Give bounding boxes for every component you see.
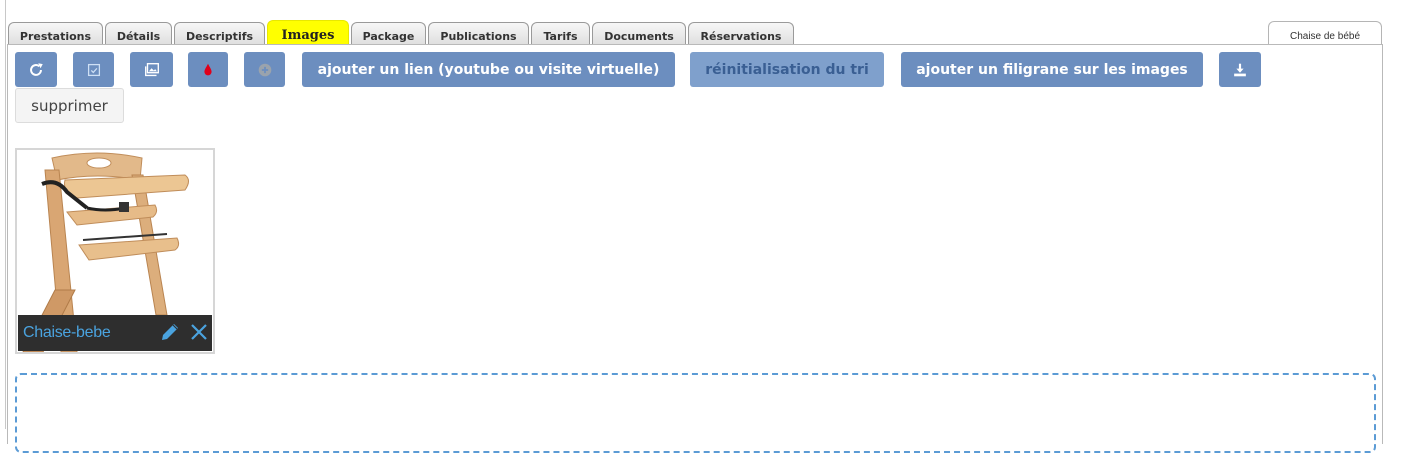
delete-button[interactable]: supprimer [15, 88, 124, 123]
left-edge-line [5, 0, 6, 429]
add-button[interactable] [244, 52, 285, 87]
tab-images[interactable]: Images [267, 20, 349, 45]
gallery-button[interactable] [130, 52, 173, 87]
reset-sort-button[interactable]: réinitialisation du tri [690, 52, 884, 87]
plus-circle-icon [258, 63, 271, 76]
pencil-icon[interactable] [159, 321, 181, 343]
image-caption-bar: Chaise-bebe [18, 315, 212, 351]
image-card[interactable]: Chaise-bebe [15, 148, 215, 354]
download-button[interactable] [1219, 52, 1261, 87]
tab-descriptifs[interactable]: Descriptifs [174, 22, 265, 45]
close-icon[interactable] [188, 321, 210, 343]
drop-icon [204, 63, 212, 75]
tab-publications[interactable]: Publications [428, 22, 529, 45]
tab-details[interactable]: Détails [105, 22, 172, 45]
tab-item-name[interactable]: Chaise de bébé [1268, 21, 1382, 45]
add-link-button[interactable]: ajouter un lien (youtube ou visite virtu… [302, 52, 675, 87]
tab-bar: Prestations Détails Descriptifs Images P… [8, 20, 796, 45]
tab-prestations[interactable]: Prestations [8, 22, 103, 45]
tab-documents[interactable]: Documents [592, 22, 686, 45]
tab-reservations[interactable]: Réservations [688, 22, 794, 45]
tab-package[interactable]: Package [351, 22, 426, 45]
color-drop-button[interactable] [188, 52, 228, 87]
gallery-icon [144, 62, 159, 76]
tab-tarifs[interactable]: Tarifs [531, 22, 590, 45]
image-title[interactable]: Chaise-bebe [23, 324, 111, 342]
add-watermark-button[interactable]: ajouter un filigrane sur les images [901, 52, 1203, 87]
download-icon [1234, 63, 1246, 76]
refresh-button[interactable] [15, 52, 57, 87]
checkbox-icon [87, 63, 100, 76]
refresh-icon [30, 62, 43, 76]
upload-dropzone[interactable] [15, 373, 1376, 453]
select-all-button[interactable] [73, 52, 114, 87]
